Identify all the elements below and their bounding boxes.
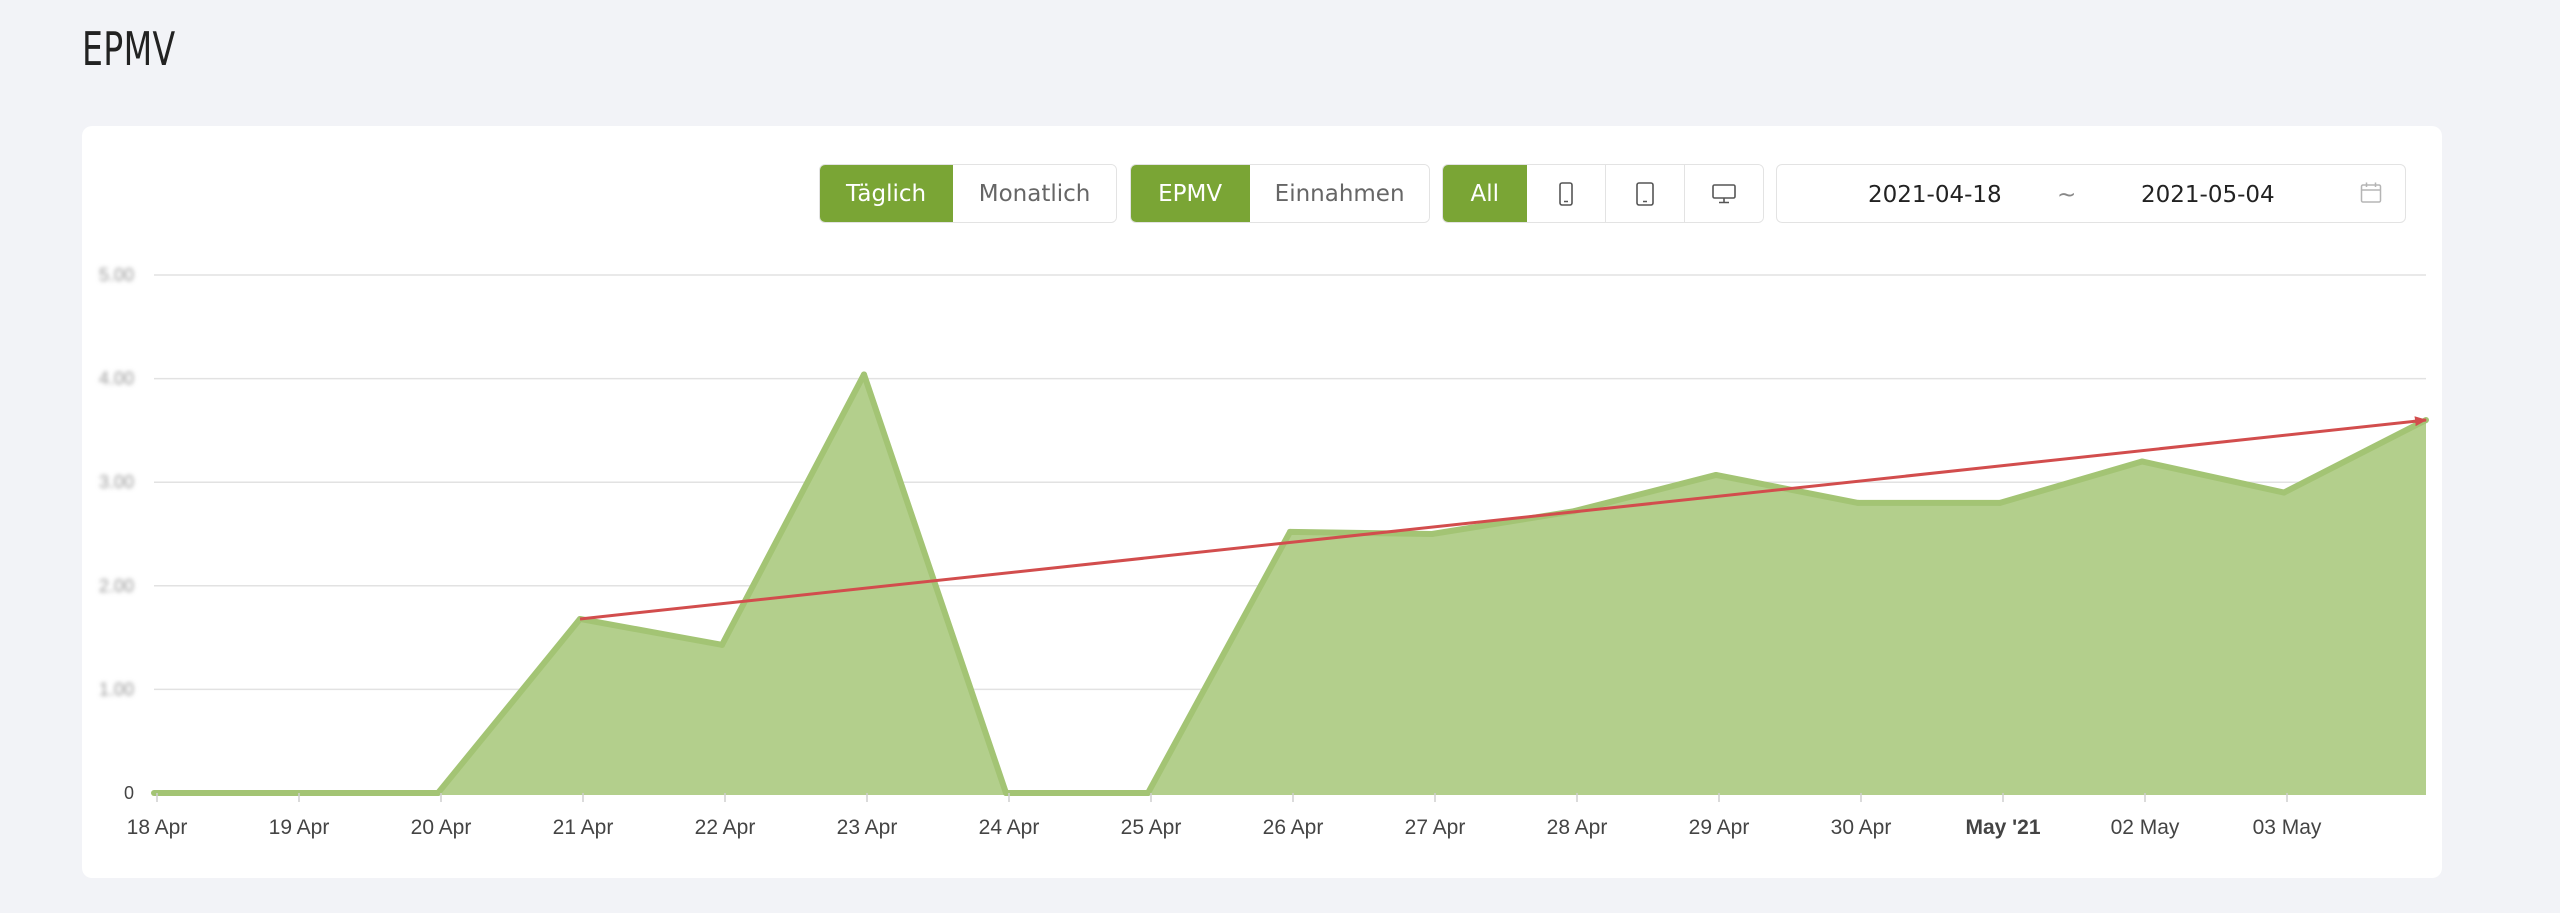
data-point [1855, 499, 1861, 506]
data-point [719, 641, 725, 648]
y-tick-label: 0 [124, 783, 134, 803]
data-point [1713, 471, 1719, 478]
x-tick-label: 28 Apr [1547, 816, 1608, 839]
x-tick-label: 24 Apr [979, 816, 1040, 839]
x-tick-label: 25 Apr [1121, 816, 1182, 839]
area-fill [154, 374, 2426, 795]
data-point [1145, 790, 1151, 796]
epmv-area-chart: 0 1.00 2.00 3.00 4.00 5.00 18 Apr 19 Apr 20 Apr… [99, 265, 2429, 839]
data-point [861, 371, 867, 378]
y-tick-label: 4.00 [99, 369, 134, 389]
data-point [1003, 790, 1009, 796]
x-tick-label: 23 Apr [837, 816, 898, 839]
x-tick-label: 21 Apr [553, 816, 614, 839]
data-point [1287, 528, 1293, 535]
data-point [435, 790, 441, 796]
y-tick-label: 5.00 [99, 265, 134, 285]
x-tick-label: 29 Apr [1689, 816, 1750, 839]
data-point [151, 790, 157, 796]
y-tick-label: 2.00 [99, 576, 134, 596]
x-tick-label: 03 May [2253, 816, 2322, 839]
x-tick-label: 30 Apr [1831, 816, 1892, 839]
x-tick-label: 18 Apr [127, 816, 188, 839]
page-title: EPMV [82, 22, 176, 76]
data-point [1997, 499, 2003, 506]
data-point [2281, 489, 2287, 496]
y-tick-label: 1.00 [99, 679, 134, 699]
x-tick-label: 27 Apr [1405, 816, 1466, 839]
data-point [293, 790, 299, 796]
x-tick-label: 22 Apr [695, 816, 756, 839]
y-tick-label: 3.00 [99, 472, 134, 492]
data-point [1429, 531, 1435, 537]
x-tick-label: 19 Apr [269, 816, 330, 839]
x-tick-label: 20 Apr [411, 816, 472, 839]
x-tick-label: May '21 [1965, 816, 2040, 839]
x-tick-label: 26 Apr [1263, 816, 1324, 839]
chart-card: Täglich Monatlich EPMV Einnahmen All 202… [82, 126, 2442, 878]
x-tick-label: 02 May [2111, 816, 2180, 839]
data-point [2139, 458, 2145, 465]
